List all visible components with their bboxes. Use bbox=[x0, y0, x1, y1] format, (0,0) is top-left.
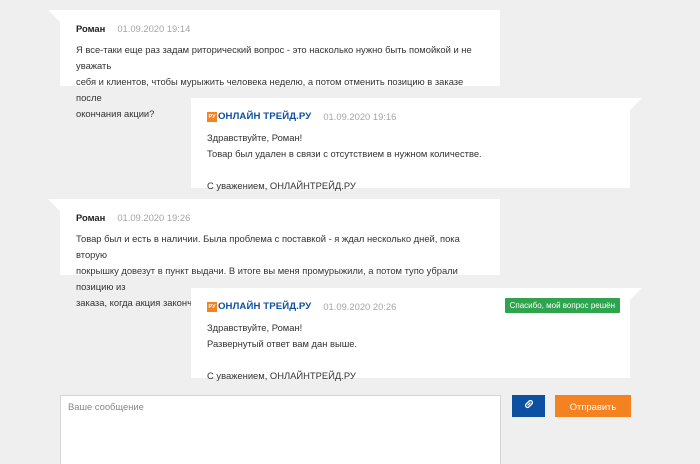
message-author: Роман bbox=[76, 23, 106, 34]
paperclip-icon bbox=[523, 397, 535, 415]
message-signature: С уважением, ОНЛАЙНТРЕЙД.РУ bbox=[207, 370, 356, 381]
message-meta: РУ ОНЛАЙН ТРЕЙД.РУ 01.09.2020 19:16 bbox=[207, 110, 614, 124]
message-meta: Роман 01.09.2020 19:14 bbox=[76, 22, 484, 36]
message-signature: С уважением, ОНЛАЙНТРЕЙД.РУ bbox=[207, 180, 356, 191]
message-line: Развернутый ответ вам дан выше. bbox=[207, 338, 358, 349]
message-greeting: Здравствуйте, Роман! bbox=[207, 132, 303, 143]
shop-logo: РУ ОНЛАЙН ТРЕЙД.РУ bbox=[207, 299, 311, 315]
question-solved-badge: Спасибо, мой вопрос решён bbox=[504, 298, 620, 313]
message-date: 01.09.2020 20:26 bbox=[323, 301, 397, 312]
shop-logo-icon: РУ bbox=[207, 302, 217, 312]
message-shop-reply: РУ ОНЛАЙН ТРЕЙД.РУ 01.09.2020 20:26 Спас… bbox=[191, 288, 642, 381]
message-input-wrapper bbox=[60, 395, 501, 464]
message-date: 01.09.2020 19:14 bbox=[117, 23, 191, 34]
message-line: Я все-таки еще раз задам риторический во… bbox=[76, 44, 472, 71]
message-user: Роман 01.09.2020 19:26 Товар был и есть … bbox=[48, 199, 500, 308]
shop-logo-icon: РУ bbox=[207, 112, 217, 122]
shop-logo: РУ ОНЛАЙН ТРЕЙД.РУ bbox=[207, 109, 311, 125]
message-text: Здравствуйте, Роман! Развернутый ответ в… bbox=[207, 320, 614, 384]
message-line: Товар был и есть в наличии. Была проблем… bbox=[76, 233, 460, 260]
shop-logo-text: ОНЛАЙН ТРЕЙД.РУ bbox=[218, 111, 312, 122]
message-input[interactable] bbox=[61, 396, 500, 464]
shop-logo-text: ОНЛАЙН ТРЕЙД.РУ bbox=[218, 301, 312, 312]
message-shop-reply: РУ ОНЛАЙН ТРЕЙД.РУ 01.09.2020 19:16 Здра… bbox=[191, 98, 642, 191]
message-date: 01.09.2020 19:16 bbox=[323, 111, 397, 122]
send-button[interactable]: Отправить bbox=[555, 395, 631, 417]
message-date: 01.09.2020 19:26 bbox=[117, 212, 191, 223]
attach-button[interactable] bbox=[512, 395, 545, 417]
message-author: Роман bbox=[76, 212, 106, 223]
message-line: Товар был удален в связи с отсутствием в… bbox=[207, 148, 482, 159]
message-greeting: Здравствуйте, Роман! bbox=[207, 322, 303, 333]
message-text: Здравствуйте, Роман! Товар был удален в … bbox=[207, 130, 614, 194]
message-meta: Роман 01.09.2020 19:26 bbox=[76, 211, 484, 225]
message-user: Роман 01.09.2020 19:14 Я все-таки еще ра… bbox=[48, 10, 500, 119]
